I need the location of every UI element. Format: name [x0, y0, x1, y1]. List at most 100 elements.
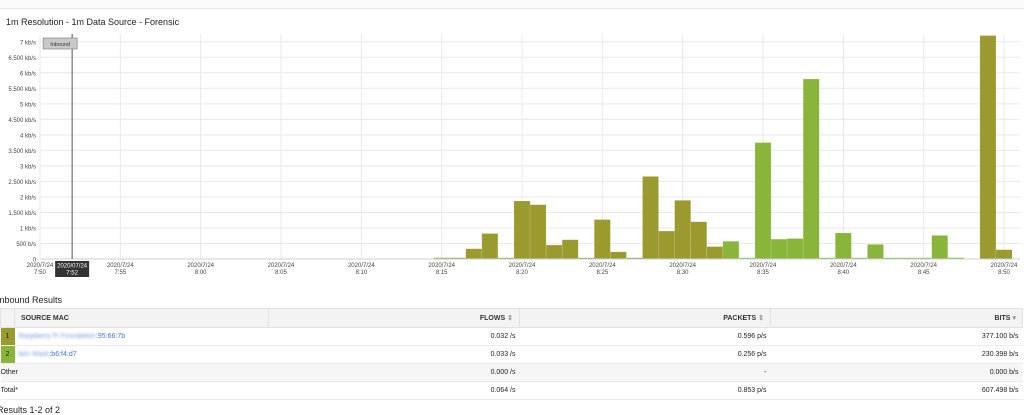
- x-tick-date-label: 2020/7/24: [187, 263, 214, 269]
- chart-bar: [561, 239, 579, 260]
- x-tick-date-label: 2020/7/24: [428, 263, 455, 269]
- chart-bar: [594, 219, 611, 260]
- x-tick-date-label: 2020/7/24: [107, 263, 134, 269]
- y-tick-label: 1.500 kb/s: [8, 211, 36, 217]
- chart-bar: [786, 238, 804, 260]
- chart-bar: [674, 200, 691, 260]
- hover-date-label: 2020/07/24: [57, 264, 88, 270]
- y-tick-label: 3 kb/s: [20, 164, 36, 170]
- packets-column-header[interactable]: PACKETS ⇕: [519, 308, 771, 328]
- other-flows-cell: 0.000 /s: [268, 363, 520, 382]
- x-tick-time-label: 8:05: [275, 270, 287, 276]
- flows-header-label: FLOWS: [479, 315, 506, 322]
- x-tick-time-label: 7:55: [114, 270, 126, 276]
- total-bits-cell: 607.498 b/s: [770, 381, 1023, 400]
- hover-time-label: 7:52: [66, 271, 78, 277]
- y-tick-label: 500 b/s: [16, 242, 36, 248]
- x-tick-date-label: 2020/7/24: [509, 263, 536, 269]
- y-tick-label: 5 kb/s: [20, 102, 36, 108]
- x-tick-date-label: 2020/7/24: [910, 263, 937, 269]
- flows-column-header[interactable]: FLOWS ⇕: [268, 308, 520, 328]
- chart-bar: [995, 249, 1013, 260]
- packets-cell: 0.256 p/s: [519, 345, 771, 364]
- x-tick-date-label: 2020/7/24: [27, 263, 54, 269]
- chart-bar: [610, 251, 627, 260]
- chart-bar: [481, 233, 499, 260]
- x-tick-time-label: 8:40: [837, 270, 849, 276]
- chart-bar: [545, 244, 563, 260]
- chart-bar: [690, 221, 708, 260]
- bits-cell: 377.100 b/s: [770, 327, 1023, 346]
- chart-bar: [835, 232, 852, 260]
- x-tick-time-label: 8:45: [918, 270, 930, 276]
- x-tick-date-label: 2020/7/24: [589, 263, 616, 269]
- chart-bar: [802, 78, 820, 260]
- hover-tooltip-label: Inbound: [50, 42, 70, 48]
- flows-cell: 0.032 /s: [268, 327, 520, 346]
- total-label: Total*: [0, 381, 269, 400]
- x-tick-time-label: 7:50: [34, 270, 46, 276]
- chart-bar: [722, 241, 740, 260]
- source-mac-cell: Raspberry Pi Foundation:95:66:7b: [14, 327, 269, 346]
- y-tick-label: 1 kb/s: [20, 226, 36, 232]
- sort-icon[interactable]: ⇕: [758, 315, 764, 322]
- top-bar: [0, 0, 1024, 9]
- table-row: 1 Raspberry Pi Foundation:95:66:7b 0.032…: [0, 327, 1023, 346]
- chart-bar: [706, 246, 724, 260]
- y-tick-label: 3.500 kb/s: [8, 149, 36, 155]
- mac-suffix: :95:66:7b: [95, 333, 126, 340]
- chart-bar: [465, 248, 483, 260]
- x-tick-time-label: 8:00: [195, 270, 207, 276]
- chart-bar: [754, 142, 772, 260]
- chart-bar: [979, 35, 997, 260]
- x-tick-date-label: 2020/7/24: [750, 263, 777, 269]
- results-section-title: Inbound Results: [0, 295, 63, 305]
- bits-header-label: BITS: [994, 315, 1011, 322]
- flows-cell: 0.033 /s: [268, 345, 520, 364]
- bits-cell: 230.398 b/s: [770, 345, 1023, 364]
- x-tick-date-label: 2020/7/24: [830, 263, 857, 269]
- color-column-header: [0, 308, 15, 328]
- sort-down-icon[interactable]: ▾: [1012, 315, 1016, 322]
- source-mac-column-header[interactable]: SOURCE MAC: [14, 308, 269, 328]
- chart-bar: [931, 235, 949, 260]
- other-packets-cell: -: [519, 363, 771, 382]
- chart-title: 1m Resolution - 1m Data Source - Forensi…: [6, 17, 180, 27]
- chart-bar: [867, 244, 884, 260]
- table-row: 2 Ikm Wash:b6:f4:d7 0.033 /s 0.256 p/s 2…: [0, 345, 1023, 364]
- sort-icon[interactable]: ⇕: [507, 315, 513, 322]
- total-flows-cell: 0.064 /s: [268, 381, 520, 400]
- y-tick-label: 6.500 kb/s: [8, 56, 36, 62]
- x-tick-time-label: 8:20: [516, 270, 528, 276]
- total-row: Total* 0.064 /s 0.853 p/s 607.498 b/s: [0, 381, 1023, 400]
- source-mac-header-label: SOURCE MAC: [21, 314, 69, 322]
- series-color-swatch: 2: [0, 345, 15, 364]
- y-tick-label: 2.500 kb/s: [8, 180, 36, 186]
- x-tick-time-label: 8:10: [355, 270, 367, 276]
- bits-column-header[interactable]: BITS ▾: [770, 308, 1023, 328]
- x-tick-time-label: 8:35: [757, 270, 769, 276]
- source-mac-link[interactable]: Raspberry Pi Foundation:95:66:7b: [19, 333, 126, 340]
- chart-bar: [513, 200, 531, 260]
- mac-vendor-redacted: Raspberry Pi Foundation: [18, 333, 96, 340]
- y-tick-label: 2 kb/s: [20, 195, 36, 201]
- packets-header-label: PACKETS: [723, 315, 757, 322]
- results-table: SOURCE MAC FLOWS ⇕ PACKETS ⇕ BITS ▾ 1 Raspb…: [0, 308, 1023, 400]
- x-tick-date-label: 2020/7/24: [669, 263, 696, 269]
- x-tick-date-label: 2020/7/24: [348, 263, 375, 269]
- packets-cell: 0.596 p/s: [519, 327, 771, 346]
- x-tick-date-label: 2020/7/24: [268, 263, 295, 269]
- y-tick-label: 4.500 kb/s: [8, 118, 36, 124]
- traffic-bar-chart: 0500 b/s1 kb/s1.500 kb/s2 kb/s2.500 kb/s…: [8, 34, 1020, 277]
- x-tick-time-label: 8:50: [998, 270, 1010, 276]
- chart-bar: [642, 176, 659, 260]
- y-tick-label: 6 kb/s: [20, 71, 36, 77]
- x-tick-time-label: 8:15: [436, 270, 448, 276]
- x-tick-time-label: 8:30: [677, 270, 689, 276]
- results-count: Results 1-2 of 2: [0, 405, 61, 415]
- chart-bar: [529, 204, 547, 260]
- series-color-swatch: 1: [0, 327, 15, 346]
- source-mac-link[interactable]: Ikm Wash:b6:f4:d7: [19, 351, 77, 358]
- y-tick-label: 4 kb/s: [20, 133, 36, 139]
- y-tick-label: 5.500 kb/s: [8, 87, 36, 93]
